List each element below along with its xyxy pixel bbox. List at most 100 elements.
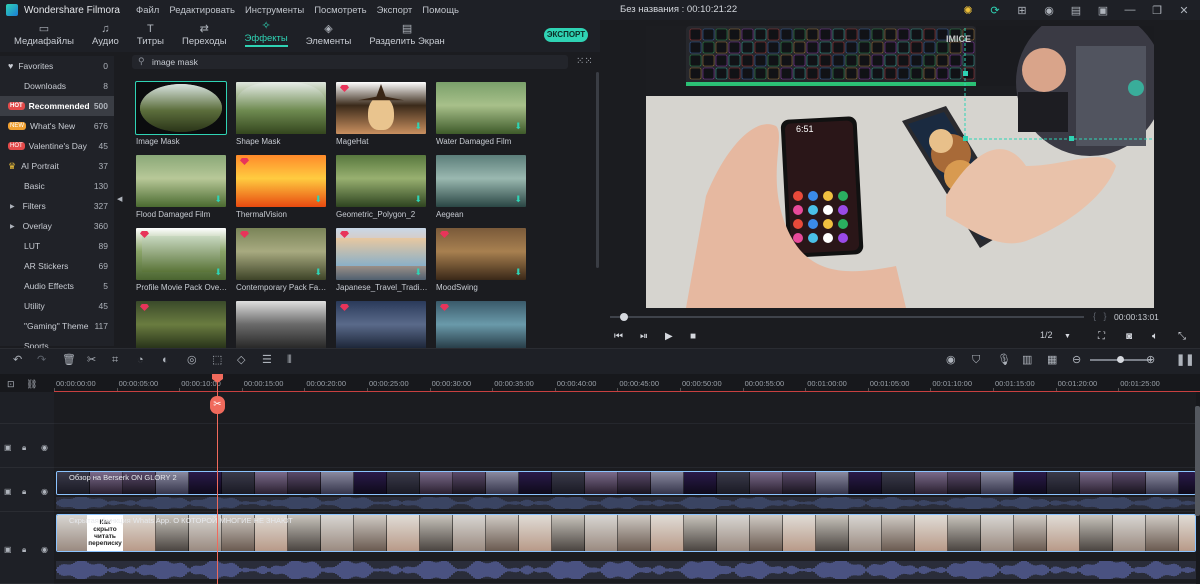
- fullscreen-icon[interactable]: ⛶: [1098, 331, 1105, 342]
- effect-card[interactable]: ⬇ Aegean: [436, 155, 526, 221]
- download-icon[interactable]: ⬇: [414, 195, 422, 204]
- effect-card[interactable]: ⬇ MoodSwing: [436, 228, 526, 294]
- color-icon[interactable]: ◐: [162, 354, 169, 366]
- link-icon[interactable]: ⛓︎: [26, 378, 37, 390]
- effect-card[interactable]: ⬇ ThermalVision: [236, 155, 326, 221]
- seek-handle[interactable]: [620, 313, 628, 321]
- export-button[interactable]: ЭКСПОРТ: [544, 28, 588, 42]
- ratio-dropdown-icon[interactable]: ▼: [1064, 333, 1071, 340]
- search-bar[interactable]: ⚲ image mask: [132, 55, 568, 69]
- tab-elements[interactable]: ◈ Элементы: [306, 22, 352, 52]
- menu-item[interactable]: Посмотреть: [314, 5, 366, 16]
- audio-wave-icon[interactable]: ⦀: [287, 354, 292, 366]
- download-icon[interactable]: ⬇: [414, 122, 422, 131]
- save-icon[interactable]: ▤: [1068, 2, 1084, 18]
- audio-wave-1[interactable]: [56, 497, 1196, 509]
- cut-icon[interactable]: ✂: [87, 354, 96, 366]
- close-icon[interactable]: ✕: [1176, 2, 1192, 18]
- gift-icon[interactable]: ⊞: [1014, 2, 1030, 18]
- sync-icon[interactable]: ⟳: [987, 2, 1003, 18]
- prev-frame-icon[interactable]: ⏮: [614, 331, 623, 342]
- zoom-out-icon[interactable]: ⊖: [1072, 354, 1081, 366]
- step-play-icon[interactable]: ⏯: [640, 331, 648, 342]
- category-item[interactable]: Downloads 8: [0, 76, 114, 96]
- video-clip-2[interactable]: Скрытая функция Whats App. О КОТОРОЙ МНО…: [56, 514, 1196, 552]
- effect-card[interactable]: ⬇ Geometric_Polygon_2: [336, 155, 426, 221]
- tab-music[interactable]: ♫ Аудио: [92, 22, 119, 52]
- stop-icon[interactable]: ■: [690, 331, 696, 342]
- snapshot-icon[interactable]: ◙: [1126, 331, 1132, 342]
- search-input[interactable]: image mask: [152, 57, 198, 67]
- category-item[interactable]: ▶ Filters 327: [0, 196, 114, 216]
- category-item[interactable]: NEW What's New 676: [0, 116, 114, 136]
- volume-icon[interactable]: 🔈︎: [1152, 331, 1158, 342]
- category-item[interactable]: ▶ Overlay 360: [0, 216, 114, 236]
- effect-card[interactable]: ⬇ Contemporary Pack Fas...: [236, 228, 328, 294]
- split-scissors-icon[interactable]: ✂: [210, 396, 225, 414]
- effect-card[interactable]: Shape Mask: [236, 82, 326, 148]
- crop-icon[interactable]: ⌗: [112, 354, 118, 366]
- download-icon[interactable]: ⬇: [514, 122, 522, 131]
- download-icon[interactable]: ⬇: [314, 268, 322, 277]
- snap-icon[interactable]: ▦: [1047, 354, 1057, 366]
- fit-icon[interactable]: ⬚: [212, 354, 222, 366]
- sidebar-collapse[interactable]: ◀: [114, 56, 128, 346]
- add-track-icon[interactable]: ⊡: [7, 378, 15, 390]
- track-lane-empty[interactable]: [54, 392, 1196, 424]
- effect-card[interactable]: ⬇ Japanese_Travel_Traditi...: [336, 228, 428, 294]
- render-icon[interactable]: ◉: [946, 354, 956, 366]
- speed-icon[interactable]: ◔: [137, 354, 144, 366]
- play-icon[interactable]: ▶: [665, 331, 673, 342]
- playback-ratio[interactable]: 1/2: [1040, 330, 1053, 340]
- menu-item[interactable]: Редактировать: [169, 5, 235, 16]
- zoom-in-icon[interactable]: ⊕: [1146, 354, 1155, 366]
- download-icon[interactable]: ⬇: [214, 195, 222, 204]
- timeline-scrollbar[interactable]: [1195, 406, 1200, 516]
- audio-wave-2[interactable]: [56, 561, 1196, 579]
- tab-split-screen[interactable]: ▤ Разделить Экран: [369, 22, 444, 52]
- category-item[interactable]: LUT 89: [0, 236, 114, 256]
- notification-icon[interactable]: ▣: [1095, 2, 1111, 18]
- stabilize-icon[interactable]: ◎: [187, 354, 197, 366]
- track-visibility-icon[interactable]: ◉: [41, 443, 48, 452]
- menu-item[interactable]: Экспорт: [377, 5, 413, 16]
- grid-view-icon[interactable]: ⁙⁙: [576, 56, 593, 67]
- effect-card[interactable]: ⬇ Water Damaged Film: [436, 82, 526, 148]
- microphone-icon[interactable]: 🎙︎: [997, 354, 1011, 366]
- category-item[interactable]: "Gaming" Theme 117: [0, 316, 114, 336]
- download-icon[interactable]: ⬇: [414, 268, 422, 277]
- video-clip-1[interactable]: Обзор на Berserk ON GLORY 2: [56, 471, 1196, 495]
- category-item[interactable]: Utility 45: [0, 296, 114, 316]
- download-icon[interactable]: ⬇: [514, 268, 522, 277]
- effect-card[interactable]: ⬇ Flood Damaged Film: [136, 155, 226, 221]
- redo-icon[interactable]: ↷: [37, 354, 46, 366]
- adjust-icon[interactable]: ☰: [262, 354, 272, 366]
- restore-icon[interactable]: ❐: [1149, 2, 1165, 18]
- category-item[interactable]: Audio Effects 5: [0, 276, 114, 296]
- delete-icon[interactable]: 🗑︎: [62, 354, 76, 366]
- category-item[interactable]: Basic 130: [0, 176, 114, 196]
- tab-folder[interactable]: ▭ Медиафайлы: [14, 22, 74, 52]
- undo-icon[interactable]: ↶: [13, 354, 22, 366]
- mark-in-out[interactable]: { }: [1093, 311, 1107, 321]
- effect-card[interactable]: Image Mask: [135, 81, 227, 148]
- track-lock-icon[interactable]: 🔒︎: [22, 487, 26, 497]
- zoom-slider-handle[interactable]: [1117, 356, 1124, 363]
- download-icon[interactable]: ⬇: [314, 195, 322, 204]
- tab-transition[interactable]: ⇄ Переходы: [182, 22, 227, 52]
- download-icon[interactable]: ⬇: [214, 268, 222, 277]
- category-item[interactable]: ♥ Favorites 0: [0, 56, 114, 76]
- menu-item[interactable]: Файл: [136, 5, 159, 16]
- effect-card[interactable]: ⬇ MageHat: [336, 82, 426, 148]
- voiceover-icon[interactable]: ▥: [1022, 354, 1032, 366]
- track-lane-3[interactable]: [54, 424, 1196, 468]
- tab-effects[interactable]: ✧ Эффекты: [244, 19, 288, 52]
- timeline-ruler[interactable]: 00:00:00:00 00:00:05:00 00:00:10:00 00:00:1…: [54, 376, 1200, 392]
- download-icon[interactable]: ⬇: [514, 195, 522, 204]
- category-item[interactable]: AR Stickers 69: [0, 256, 114, 276]
- expand-icon[interactable]: ⤡: [1178, 331, 1186, 342]
- category-item[interactable]: HOT Valentine's Day 45: [0, 136, 114, 156]
- category-item[interactable]: ♛ AI Portrait 37: [0, 156, 114, 176]
- preview-seekbar[interactable]: [610, 316, 1084, 318]
- collapse-left-icon[interactable]: ◀: [117, 195, 122, 203]
